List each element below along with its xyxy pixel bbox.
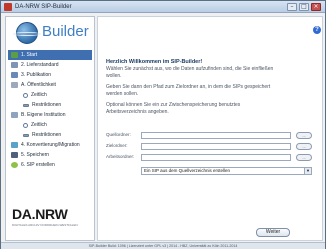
wizard-steps: 1. Start 2. Lieferstandard 3. Publikatio… bbox=[8, 50, 92, 170]
maximize-button[interactable]: □ bbox=[299, 3, 309, 11]
welcome-heading: Herzlich Willkommen im SIP-Builder! bbox=[106, 59, 203, 65]
radio-icon bbox=[23, 122, 28, 128]
key-icon bbox=[23, 103, 29, 107]
step-institution-restrictions[interactable]: Restriktionen bbox=[8, 130, 92, 140]
step-own-institution[interactable]: B. Eigene Institution bbox=[8, 110, 92, 120]
globe-icon bbox=[13, 22, 41, 44]
sip-builder-logo: Builder bbox=[6, 17, 94, 49]
step-conversion[interactable]: 4. Konvertierung/Migration bbox=[8, 140, 92, 150]
step-label: 2. Lieferstandard bbox=[21, 62, 59, 68]
step-label: Restriktionen bbox=[32, 132, 62, 138]
intro-paragraph-target: Geben Sie dann den Pfad zum Zielordner a… bbox=[106, 84, 271, 97]
step-label: Zeitlich bbox=[31, 122, 47, 128]
step-label: B. Eigene Institution bbox=[21, 112, 66, 118]
step-label: 3. Publikation bbox=[21, 72, 52, 78]
step-institution-temporal[interactable]: Zeitlich bbox=[8, 120, 92, 130]
app-icon bbox=[4, 3, 12, 11]
work-folder-label: Arbeitsordner: bbox=[106, 154, 135, 159]
da-nrw-brand: DA.NRW bbox=[12, 206, 68, 222]
source-folder-label: Quellordner: bbox=[106, 132, 131, 137]
step-start[interactable]: 1. Start bbox=[8, 50, 92, 60]
step-save[interactable]: 5. Speichern bbox=[8, 150, 92, 160]
step-publication[interactable]: 3. Publikation bbox=[8, 70, 92, 80]
conversion-icon bbox=[11, 142, 18, 148]
chevron-down-icon[interactable]: ▼ bbox=[304, 168, 311, 174]
target-folder-label: Zielordner: bbox=[106, 143, 128, 148]
status-bar: SIP-Builder Build: 1096 | Lizenziert unt… bbox=[1, 242, 325, 249]
step-label: 5. Speichern bbox=[21, 152, 50, 158]
main-panel: ? Herzlich Willkommen im SIP-Builder! Wä… bbox=[97, 16, 323, 241]
work-folder-browse-button[interactable]: ... bbox=[296, 154, 312, 161]
close-button[interactable]: × bbox=[311, 3, 321, 11]
step-public-temporal[interactable]: Zeitlich bbox=[8, 90, 92, 100]
step-delivery-standard[interactable]: 2. Lieferstandard bbox=[8, 60, 92, 70]
step-label: A. Öffentlichkeit bbox=[21, 82, 56, 88]
step-create-sip[interactable]: 6. SIP erstellen bbox=[8, 160, 92, 170]
da-nrw-logo: DA.NRW DIGITALES ARCHIV NORDRHEIN-WESTFA… bbox=[12, 207, 90, 239]
intro-paragraph-workdir: Optional können Sie ein zur Zwischenspei… bbox=[106, 102, 241, 115]
source-folder-browse-button[interactable]: ... bbox=[296, 132, 312, 139]
publication-icon bbox=[11, 72, 18, 78]
sidebar: Builder 1. Start 2. Lieferstandard 3. Pu… bbox=[5, 16, 95, 241]
step-label: Restriktionen bbox=[32, 102, 62, 108]
app-name: Builder bbox=[42, 23, 89, 40]
radio-icon bbox=[23, 92, 28, 98]
next-button[interactable]: Weiter bbox=[256, 228, 290, 237]
step-public[interactable]: A. Öffentlichkeit bbox=[8, 80, 92, 90]
step-label: 1. Start bbox=[21, 52, 38, 58]
sip-mode-select[interactable]: Ein SIP aus dem Quellverzeichnis erstell… bbox=[141, 167, 312, 175]
help-icon[interactable]: ? bbox=[313, 26, 321, 34]
title-bar[interactable]: DA-NRW SIP-Builder – □ × bbox=[1, 1, 325, 13]
document-icon bbox=[11, 62, 18, 68]
save-icon bbox=[11, 152, 18, 158]
minimize-button[interactable]: – bbox=[287, 3, 297, 11]
da-nrw-tagline: DIGITALES ARCHIV NORDRHEIN-WESTFALEN bbox=[12, 223, 78, 227]
intro-paragraph-source: Wählen Sie zunächst aus, wo die Daten au… bbox=[106, 66, 274, 79]
target-folder-input[interactable] bbox=[141, 143, 291, 150]
target-folder-browse-button[interactable]: ... bbox=[296, 143, 312, 150]
sip-mode-value: Ein SIP aus dem Quellverzeichnis erstell… bbox=[144, 168, 230, 173]
window-title: DA-NRW SIP-Builder bbox=[15, 4, 72, 10]
institution-icon bbox=[11, 112, 18, 118]
step-public-restrictions[interactable]: Restriktionen bbox=[8, 100, 92, 110]
step-label: Zeitlich bbox=[31, 92, 47, 98]
key-icon bbox=[23, 133, 29, 137]
start-icon bbox=[11, 52, 18, 58]
sip-icon bbox=[11, 162, 18, 168]
step-label: 6. SIP erstellen bbox=[21, 162, 55, 168]
step-label: 4. Konvertierung/Migration bbox=[21, 142, 80, 148]
work-folder-input[interactable] bbox=[141, 154, 291, 161]
public-icon bbox=[11, 82, 18, 88]
source-folder-input[interactable] bbox=[141, 132, 291, 139]
sip-builder-window: DA-NRW SIP-Builder – □ × Builder 1. Star… bbox=[0, 0, 326, 249]
